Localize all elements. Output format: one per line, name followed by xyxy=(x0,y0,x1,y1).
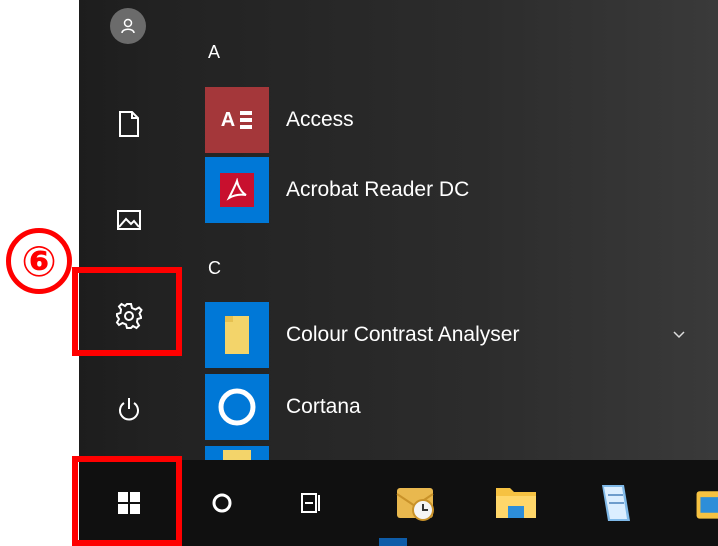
app-colour-contrast-analyser[interactable]: Colour Contrast Analyser xyxy=(205,302,685,368)
notepad-icon xyxy=(602,485,630,521)
acrobat-tile-icon xyxy=(205,157,269,223)
power-icon xyxy=(119,398,139,421)
app-name: Cortana xyxy=(286,395,361,418)
folder-icon xyxy=(225,316,249,354)
app-name: Acrobat Reader DC xyxy=(286,178,470,201)
chevron-down-icon[interactable] xyxy=(667,322,691,346)
file-explorer-icon xyxy=(496,488,536,518)
documents-button[interactable] xyxy=(105,100,153,148)
group-header-c[interactable]: C xyxy=(208,258,221,279)
group-header-a[interactable]: A xyxy=(208,42,220,63)
app-name: Colour Contrast Analyser xyxy=(286,323,520,346)
user-icon xyxy=(121,18,135,34)
taskbar xyxy=(79,460,718,546)
cca-tile-icon xyxy=(205,302,269,368)
gear-icon xyxy=(115,302,143,330)
start-menu-rail xyxy=(79,0,179,460)
app-access[interactable]: A Access xyxy=(205,87,685,153)
next-app-tile-partial xyxy=(205,446,269,460)
cortana-search-button[interactable] xyxy=(197,460,247,546)
start-button[interactable] xyxy=(79,460,179,546)
desktop-screen: A A Access Acrobat Reader DC C Colour Co… xyxy=(79,0,718,546)
access-tile-icon: A xyxy=(205,87,269,153)
acrobat-icon xyxy=(226,178,247,201)
windows-logo-icon xyxy=(118,492,140,514)
user-avatar[interactable] xyxy=(110,8,146,44)
file-explorer-taskbar-button[interactable] xyxy=(481,460,551,546)
documents-icon xyxy=(119,111,139,137)
task-view-button[interactable] xyxy=(286,460,336,546)
outlook-icon xyxy=(396,488,434,521)
app-icon xyxy=(696,491,718,519)
running-app-indicator xyxy=(379,538,407,546)
cortana-tile-icon xyxy=(205,374,269,440)
access-tile-letter: A xyxy=(220,108,236,131)
pictures-icon xyxy=(117,210,141,230)
cortana-icon xyxy=(212,493,232,513)
start-menu: A A Access Acrobat Reader DC C Colour Co… xyxy=(79,0,718,460)
task-view-icon xyxy=(301,493,320,513)
settings-button[interactable] xyxy=(105,292,153,340)
pictures-button[interactable] xyxy=(105,196,153,244)
cortana-icon xyxy=(218,388,256,426)
app-cortana[interactable]: Cortana xyxy=(205,374,685,440)
outlook-taskbar-button[interactable] xyxy=(381,460,451,546)
step-number-badge: ⑥ xyxy=(6,228,72,294)
database-icon xyxy=(240,111,253,129)
power-button[interactable] xyxy=(105,386,153,434)
app-acrobat-reader[interactable]: Acrobat Reader DC xyxy=(205,157,685,223)
notepad-taskbar-button[interactable] xyxy=(579,460,649,546)
partial-taskbar-button[interactable] xyxy=(679,460,718,546)
app-list: A A Access Acrobat Reader DC C Colour Co… xyxy=(205,0,718,460)
app-name: Access xyxy=(286,108,354,131)
